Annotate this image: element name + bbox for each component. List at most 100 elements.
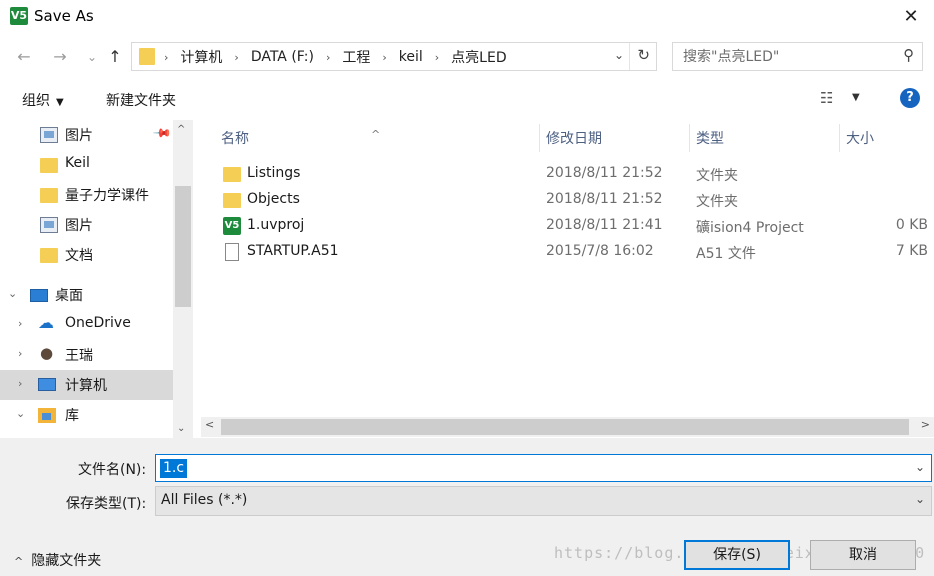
folder-icon <box>40 248 58 263</box>
nav-item-onedrive[interactable]: › ☁ OneDrive <box>0 310 173 340</box>
nav-item-user[interactable]: › ● 王瑞 <box>0 340 173 370</box>
column-header-name[interactable]: ^ 名称 <box>201 120 539 154</box>
filetype-label: 保存类型(T): <box>66 496 147 512</box>
scroll-down-icon[interactable]: ⌄ <box>177 423 185 434</box>
recent-locations-chevron-icon[interactable]: ⌄ <box>80 44 104 70</box>
forward-arrow-icon[interactable]: → <box>48 44 72 70</box>
search-input[interactable] <box>681 47 881 67</box>
filetype-dropdown-icon[interactable]: ⌄ <box>915 492 925 506</box>
save-button[interactable]: 保存(S) <box>684 540 790 570</box>
back-arrow-icon[interactable]: ← <box>12 44 36 70</box>
hide-folders-label: 隐藏文件夹 <box>31 553 102 569</box>
column-header-label: 类型 <box>696 131 724 147</box>
save-as-dialog: V5 Save As ✕ ← → ⌄ ↑ › 计算机 › DATA (F:) ›… <box>0 0 934 576</box>
address-divider <box>629 43 630 70</box>
scroll-thumb[interactable] <box>221 419 909 435</box>
toolbar: 组织 ▼ 新建文件夹 ☷ ▼ ? <box>0 80 934 120</box>
breadcrumb-separator-icon: › <box>234 50 239 64</box>
nav-item-quantum-courseware[interactable]: 量子力学课件 <box>0 180 173 210</box>
table-row[interactable]: Listings 2018/8/11 21:52 文件夹 <box>201 161 934 187</box>
chevron-right-icon[interactable]: › <box>18 377 22 390</box>
chevron-up-icon: ^ <box>14 555 24 568</box>
file-name: Objects <box>247 191 300 207</box>
address-bar[interactable]: › 计算机 › DATA (F:) › 工程 › keil › 点亮LED ⌄ … <box>131 42 657 71</box>
chevron-down-icon[interactable]: ⌄ <box>16 407 25 420</box>
view-caret-down-icon[interactable]: ▼ <box>852 92 860 103</box>
scroll-thumb[interactable] <box>175 186 191 307</box>
uvision-project-icon: V5 <box>223 217 241 235</box>
breadcrumb-data-drive[interactable]: DATA (F:) <box>251 49 314 65</box>
pictures-icon <box>40 127 58 143</box>
nav-item-pictures-quick[interactable]: 图片 📌 <box>0 120 173 150</box>
table-row[interactable]: Objects 2018/8/11 21:52 文件夹 <box>201 187 934 213</box>
breadcrumb-led-folder[interactable]: 点亮LED <box>451 47 506 67</box>
nav-pane-scrollbar[interactable]: ^ ⌄ <box>173 120 193 438</box>
column-header-date[interactable]: 修改日期 <box>539 120 689 154</box>
pin-icon[interactable]: 📌 <box>152 123 172 143</box>
close-button[interactable]: ✕ <box>888 0 934 34</box>
nav-item-label: OneDrive <box>65 315 131 331</box>
column-header-size[interactable]: 大小 <box>839 120 934 154</box>
file-type: 文件夹 <box>696 194 738 210</box>
file-date: 2018/8/11 21:52 <box>546 165 663 181</box>
column-header-type[interactable]: 类型 <box>689 120 839 154</box>
breadcrumb-keil[interactable]: keil <box>399 49 423 65</box>
filename-dropdown-icon[interactable]: ⌄ <box>915 460 925 474</box>
nav-item-libraries[interactable]: ⌄ 库 <box>0 400 173 430</box>
file-name: Listings <box>247 165 301 181</box>
window-title: Save As <box>34 7 94 25</box>
search-icon[interactable]: ⚲ <box>903 46 914 64</box>
column-header-label: 修改日期 <box>546 131 602 147</box>
breadcrumb-separator-icon: › <box>164 50 169 64</box>
file-date: 2018/8/11 21:41 <box>546 217 663 233</box>
table-row[interactable]: STARTUP.A51 2015/7/8 16:02 A51 文件 7 KB <box>201 239 934 265</box>
organize-button[interactable]: 组织 ▼ <box>22 90 64 110</box>
filename-value[interactable]: 1.c <box>160 459 188 478</box>
scroll-left-icon[interactable]: < <box>205 418 214 431</box>
breadcrumb-separator-icon: › <box>325 50 331 64</box>
chevron-right-icon[interactable]: › <box>18 347 22 360</box>
folder-icon <box>223 193 241 208</box>
search-box[interactable]: ⚲ <box>672 42 923 71</box>
computer-icon <box>38 378 56 391</box>
table-row[interactable]: V5 1.uvproj 2018/8/11 21:41 礦ision4 Proj… <box>201 213 934 239</box>
nav-item-label: 文档 <box>65 248 93 264</box>
nav-item-keil[interactable]: Keil <box>0 150 173 180</box>
file-size: 7 KB <box>895 243 928 259</box>
uvision-app-icon: V5 <box>10 7 28 25</box>
desktop-icon <box>30 289 48 302</box>
nav-item-pictures[interactable]: 图片 <box>0 210 173 240</box>
nav-item-computer[interactable]: › 计算机 <box>0 370 173 400</box>
column-header-label: 大小 <box>846 131 874 147</box>
cancel-button[interactable]: 取消 <box>810 540 916 570</box>
file-list-horizontal-scrollbar[interactable]: < > <box>201 417 934 437</box>
scroll-right-icon[interactable]: > <box>921 418 930 431</box>
sort-ascending-icon: ^ <box>371 128 381 141</box>
file-name: 1.uvproj <box>247 217 305 233</box>
view-options-icon[interactable]: ☷ <box>820 89 833 107</box>
filename-label: 文件名(N): <box>78 462 147 478</box>
file-size: 0 KB <box>895 217 928 233</box>
filetype-select[interactable]: All Files (*.*) ⌄ <box>155 486 932 516</box>
help-icon[interactable]: ? <box>900 88 920 108</box>
nav-item-documents[interactable]: 文档 <box>0 240 173 270</box>
breadcrumb-computer[interactable]: 计算机 <box>180 47 222 67</box>
nav-item-desktop[interactable]: ⌄ 桌面 <box>0 280 173 310</box>
filename-field[interactable]: 1.c ⌄ <box>155 454 932 482</box>
save-panel: 文件名(N): 1.c ⌄ 保存类型(T): All Files (*.*) ⌄… <box>0 438 934 576</box>
up-arrow-icon[interactable]: ↑ <box>103 44 127 70</box>
address-dropdown-icon[interactable]: ⌄ <box>614 48 624 62</box>
nav-item-label: 图片 <box>65 218 93 234</box>
caret-down-icon: ▼ <box>56 97 64 108</box>
nav-item-label: 王瑞 <box>65 348 93 364</box>
column-header-label: 名称 <box>221 131 249 147</box>
folder-icon <box>139 48 155 65</box>
scroll-up-icon[interactable]: ^ <box>177 124 185 135</box>
refresh-icon[interactable]: ↻ <box>637 46 650 64</box>
nav-item-label: 计算机 <box>65 378 107 394</box>
chevron-down-icon[interactable]: ⌄ <box>8 287 17 300</box>
chevron-right-icon[interactable]: › <box>18 317 22 330</box>
hide-folders-toggle[interactable]: ^ 隐藏文件夹 <box>14 550 101 570</box>
new-folder-button[interactable]: 新建文件夹 <box>106 90 176 110</box>
breadcrumb-project[interactable]: 工程 <box>342 47 370 67</box>
